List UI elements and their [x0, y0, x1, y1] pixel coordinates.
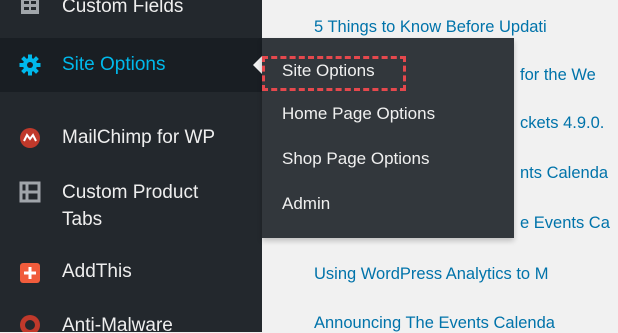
custom-fields-icon — [18, 0, 42, 18]
post-link[interactable]: Announcing The Events Calenda — [314, 314, 618, 333]
addthis-icon — [18, 261, 42, 285]
submenu-item-admin[interactable]: Admin — [282, 194, 330, 214]
anti-malware-icon — [18, 313, 42, 332]
admin-sidebar: Custom Fields Site Options MailChimp for… — [0, 0, 262, 332]
sidebar-item-label: MailChimp for WP — [62, 127, 216, 148]
sidebar-item-label: Custom Fields — [62, 0, 184, 17]
post-link[interactable]: ckets 4.9.0. — [520, 114, 618, 133]
sidebar-item-custom-product-tabs[interactable]: Custom Product Tabs — [0, 170, 262, 240]
sidebar-item-site-options[interactable]: Site Options — [0, 38, 262, 92]
submenu-item-home-page-options[interactable]: Home Page Options — [282, 104, 435, 124]
sidebar-item-label: AddThis — [62, 261, 132, 282]
sidebar-item-label: Site Options — [62, 54, 166, 75]
submenu-item-shop-page-options[interactable]: Shop Page Options — [282, 149, 429, 169]
post-link[interactable]: nts Calenda — [520, 164, 618, 183]
post-link[interactable]: Using WordPress Analytics to M — [314, 265, 618, 284]
sidebar-item-label: Anti-Malware — [62, 315, 173, 332]
mailchimp-icon — [18, 126, 42, 150]
sidebar-item-addthis[interactable]: AddThis — [0, 256, 262, 292]
sidebar-item-custom-fields[interactable]: Custom Fields — [0, 0, 262, 24]
sidebar-item-anti-malware[interactable]: Anti-Malware — [0, 306, 262, 332]
post-link[interactable]: 5 Things to Know Before Updati — [314, 18, 618, 37]
submenu-item-label: Site Options — [282, 61, 375, 80]
tabs-icon — [18, 180, 42, 204]
gear-icon — [18, 53, 42, 77]
site-options-submenu: Site Options Home Page Options Shop Page… — [262, 38, 514, 238]
sidebar-item-mailchimp[interactable]: MailChimp for WP — [0, 120, 262, 156]
sidebar-item-label: Custom Product Tabs — [62, 182, 199, 230]
active-arrow-indicator — [253, 55, 262, 75]
post-link[interactable]: e Events Ca — [520, 214, 618, 233]
post-link[interactable]: for the We — [520, 66, 618, 85]
